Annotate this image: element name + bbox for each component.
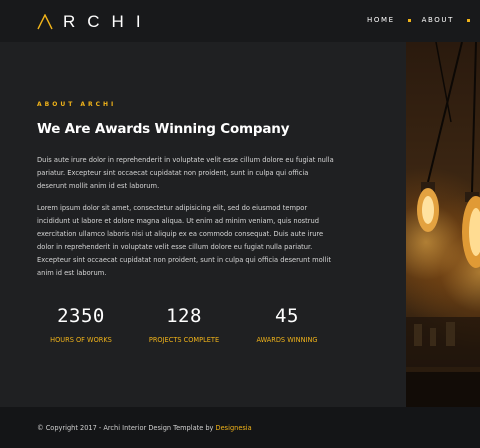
stat-number: 128 bbox=[166, 305, 202, 327]
about-paragraph-2: Lorem ipsum dolor sit amet, consectetur … bbox=[37, 204, 331, 278]
nav-item-home[interactable]: HOME bbox=[367, 16, 395, 24]
copyright-text: © Copyright 2017 - Archi Interior Design… bbox=[37, 424, 216, 432]
stat-hours: 2350 HOURS OF WORKS bbox=[26, 305, 136, 345]
logo[interactable]: RCHI bbox=[37, 12, 153, 32]
stat-number: 45 bbox=[275, 305, 299, 327]
nav-item-about[interactable]: ABOUT bbox=[422, 16, 454, 24]
stat-awards: 45 AWARDS WINNING bbox=[232, 305, 342, 345]
a-chevron-logo-icon bbox=[37, 14, 53, 30]
footer-copyright: © Copyright 2017 - Archi Interior Design… bbox=[37, 424, 252, 432]
hanging-bulbs-illustration bbox=[406, 42, 480, 407]
lightbulb-photo bbox=[406, 42, 480, 407]
stat-number: 2350 bbox=[57, 305, 105, 327]
nav-separator-dot bbox=[467, 18, 471, 22]
section-label: ABOUT ARCHI bbox=[37, 101, 117, 108]
section-heading: We Are Awards Winning Company bbox=[37, 121, 290, 137]
stat-label: HOURS OF WORKS bbox=[50, 336, 112, 344]
about-paragraph-1: Duis aute irure dolor in reprehenderit i… bbox=[37, 156, 334, 191]
stat-projects: 128 PROJECTS COMPLETE bbox=[129, 305, 239, 345]
nav-separator-dot bbox=[407, 18, 411, 22]
main-nav: HOME ABOUT SE bbox=[367, 16, 480, 24]
stat-label: PROJECTS COMPLETE bbox=[148, 336, 220, 344]
footer: © Copyright 2017 - Archi Interior Design… bbox=[0, 407, 480, 448]
stat-label: AWARDS WINNING bbox=[256, 336, 318, 344]
logo-text: RCHI bbox=[63, 12, 153, 31]
navbar: RCHI HOME ABOUT SE bbox=[0, 0, 480, 42]
author-link[interactable]: Designesia bbox=[216, 424, 252, 432]
